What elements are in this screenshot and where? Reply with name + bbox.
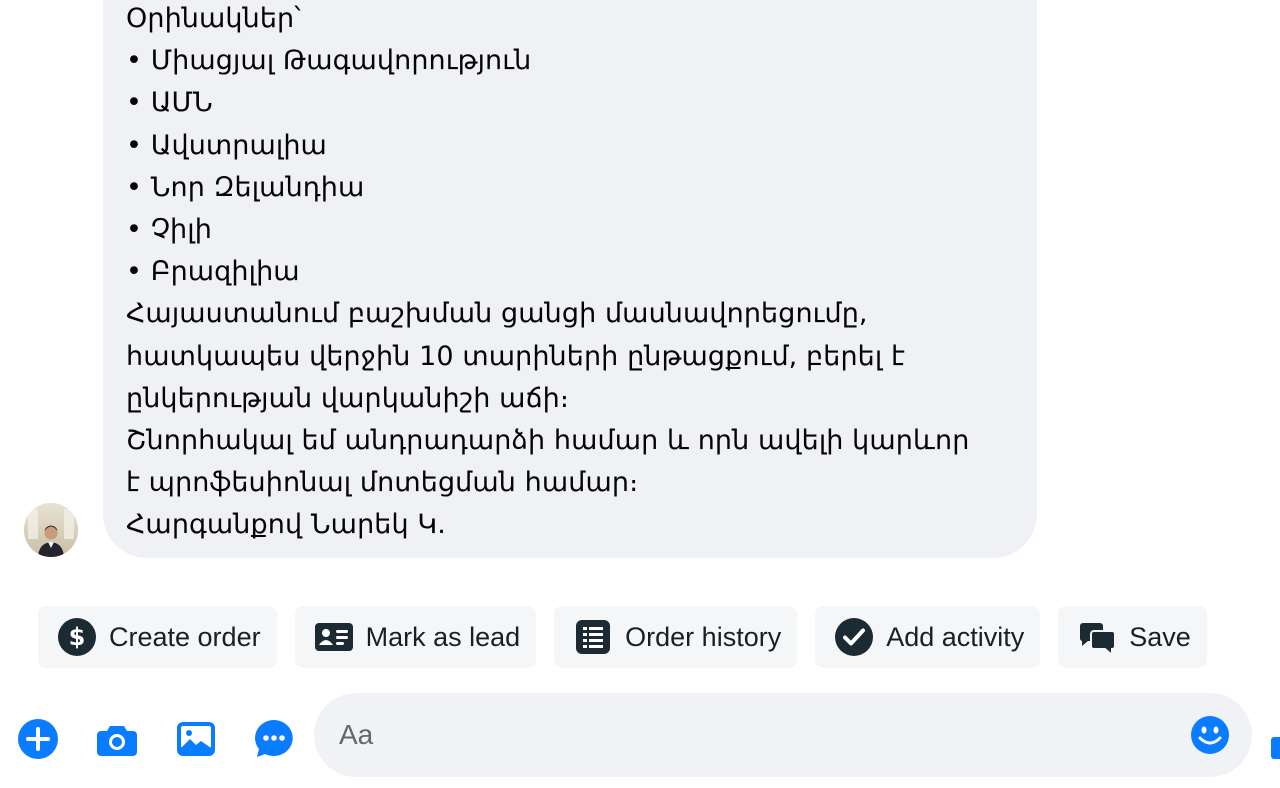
message-line: Օրինակներ՝ (126, 3, 301, 34)
dollar-circle-icon: $ (57, 617, 97, 657)
plus-icon (18, 719, 58, 759)
chat-options-icon (255, 720, 293, 757)
message-line: Շնորհակալ եմ անդրադարձի համար և որն ավել… (126, 425, 970, 457)
message-bubble: Օրինակներ՝ • Միացյալ Թագավորություն • ԱՄ… (103, 0, 1037, 558)
message-line: հատկապես վերջին 10 տարիների ընթացքում, բ… (126, 340, 905, 372)
message-line: • Ավստրալիա (126, 129, 327, 161)
svg-text:$: $ (69, 623, 86, 651)
add-activity-button[interactable]: Add activity (815, 606, 1041, 668)
message-line: • Չիլի (126, 214, 212, 246)
add-button[interactable] (17, 718, 59, 760)
message-line: Հարգանքով Նարեկ Կ. (126, 509, 446, 541)
message-line: • Միացյալ Թագավորություն (126, 45, 532, 77)
receipt-list-icon (573, 617, 613, 657)
camera-button[interactable] (96, 718, 138, 760)
emoji-button[interactable] (1190, 715, 1230, 755)
order-history-label: Order history (625, 621, 782, 652)
message-line: • Նոր Զելանդիա (126, 171, 365, 203)
sender-avatar[interactable] (24, 503, 78, 557)
contact-card-icon (314, 617, 354, 657)
message-line: ընկերության վարկանիշի աճի։ (126, 382, 570, 414)
image-icon (177, 722, 215, 756)
create-order-button[interactable]: $ Create order (38, 606, 277, 668)
create-order-label: Create order (109, 621, 261, 652)
message-line: • ԱՄՆ (126, 87, 213, 119)
messenger-conversation: Օրինակներ՝ • Միացյալ Թագավորություն • ԱՄ… (0, 0, 1280, 788)
chat-bubbles-icon (1077, 617, 1117, 657)
message-input-container (314, 693, 1252, 777)
save-button[interactable]: Save (1058, 606, 1207, 668)
save-label: Save (1129, 621, 1191, 652)
message-input[interactable] (337, 718, 1181, 752)
camera-icon (97, 726, 137, 756)
emoji-icon (1191, 716, 1229, 754)
quick-actions-bar: $ Create order Mark as lead Order histor… (38, 606, 1207, 668)
mark-as-lead-label: Mark as lead (365, 621, 521, 652)
message-line: է պրոֆեսիոնալ մոտեցման համար։ (126, 467, 639, 499)
message-line: Հայաստանում բաշխման ցանցի մասնավորեցումը… (126, 298, 868, 330)
order-history-button[interactable]: Order history (554, 606, 798, 668)
like-button-edge[interactable] (1271, 737, 1280, 759)
message-line: • Բրազիլիա (126, 256, 300, 288)
checkmark-circle-icon (834, 617, 874, 657)
mark-as-lead-button[interactable]: Mark as lead (294, 606, 537, 668)
chat-options-button[interactable] (253, 718, 295, 760)
gallery-button[interactable] (175, 718, 217, 760)
add-activity-label: Add activity (886, 621, 1025, 652)
